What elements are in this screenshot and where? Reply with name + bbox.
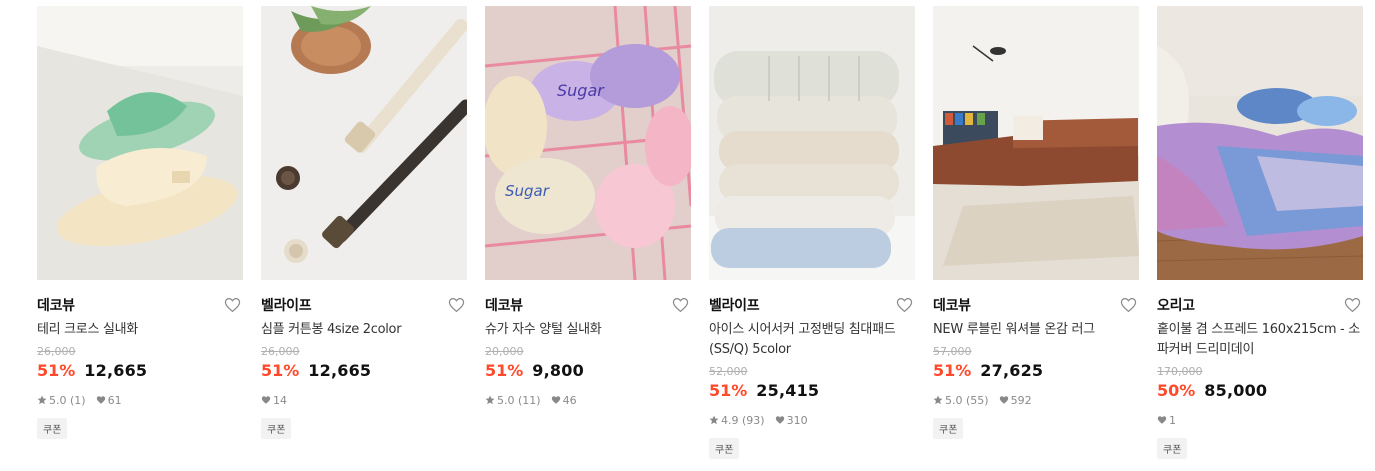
product-stats: 5.0 (55) 592	[933, 392, 1139, 408]
rug-living-room-photo	[933, 6, 1139, 280]
sale-price: 9,800	[532, 361, 584, 380]
coupon-badge: 쿠폰	[261, 418, 292, 439]
wishlist-button[interactable]	[1119, 296, 1137, 314]
original-price: 26,000	[37, 345, 76, 358]
like-count: 310	[786, 413, 808, 427]
product-name[interactable]: NEW 루블린 워셔블 온감 러그	[933, 320, 1139, 340]
wishlist-button[interactable]	[223, 296, 241, 314]
sale-price: 12,665	[308, 361, 372, 380]
sale-price: 25,415	[756, 381, 820, 400]
rating-value: 5.0	[49, 393, 67, 407]
product-name[interactable]: 슈가 자수 양털 실내화	[485, 320, 691, 340]
product-name[interactable]: 홑이불 겸 스프레드 160x215cm - 소파커버 드리미데이	[1157, 320, 1363, 360]
wishlist-button[interactable]	[1343, 296, 1361, 314]
brand-name[interactable]: 데코뷰	[485, 295, 523, 315]
heart-outline-icon	[896, 298, 912, 313]
heart-outline-icon	[448, 298, 464, 313]
brand-name[interactable]: 벨라이프	[261, 295, 312, 315]
brand-name[interactable]: 오리고	[1157, 295, 1195, 315]
product-card[interactable]: 벨라이프 심플 커튼봉 4size 2color 26,000 51% 12,6…	[261, 6, 467, 439]
heart-outline-icon	[1120, 298, 1136, 313]
wishlist-button[interactable]	[447, 296, 465, 314]
product-image[interactable]	[1157, 6, 1363, 280]
product-stats: 5.0 (11) 46	[485, 392, 691, 408]
embroidered-slippers-photo: Sugar Sugar	[485, 6, 691, 280]
original-price: 52,000	[709, 365, 748, 378]
heart-outline-icon	[1344, 298, 1360, 313]
review-count: (93)	[742, 413, 765, 427]
curtain-rod-photo	[261, 6, 467, 280]
product-card[interactable]: 벨라이프 아이스 시어서커 고정밴딩 침대패드 (SS/Q) 5color 52…	[709, 6, 915, 459]
product-name[interactable]: 테리 크로스 실내화	[37, 320, 243, 340]
product-card[interactable]: Sugar Sugar 데코뷰 슈가 자수 양털 실내화 20,000 51% …	[485, 6, 691, 408]
product-grid: 데코뷰 테리 크로스 실내화 26,000 51% 12,665 5.0 (1)…	[0, 0, 1375, 471]
discount-rate: 50%	[1157, 381, 1196, 400]
like-count: 46	[562, 393, 577, 407]
bed-pad-photo	[709, 6, 915, 280]
product-image[interactable]	[261, 6, 467, 280]
brand-name[interactable]: 벨라이프	[709, 295, 760, 315]
star-icon	[37, 395, 47, 405]
product-card[interactable]: 오리고 홑이불 겸 스프레드 160x215cm - 소파커버 드리미데이 17…	[1157, 6, 1363, 459]
wishlist-button[interactable]	[895, 296, 913, 314]
product-stats: 1	[1157, 412, 1363, 428]
review-count: (1)	[70, 393, 86, 407]
product-image[interactable]	[709, 6, 915, 280]
bedspread-photo	[1157, 6, 1363, 280]
product-stats: 14	[261, 392, 467, 408]
rating-value: 5.0	[497, 393, 515, 407]
coupon-badge: 쿠폰	[933, 418, 964, 439]
coupon-badge: 쿠폰	[37, 418, 68, 439]
star-icon	[933, 395, 943, 405]
heart-filled-icon	[551, 395, 561, 405]
heart-filled-icon	[999, 395, 1009, 405]
like-count: 1	[1169, 413, 1176, 427]
like-count: 61	[107, 393, 122, 407]
heart-filled-icon	[96, 395, 106, 405]
sale-price: 27,625	[980, 361, 1044, 380]
like-count: 592	[1010, 393, 1032, 407]
discount-rate: 51%	[933, 361, 972, 380]
discount-rate: 51%	[37, 361, 76, 380]
star-icon	[485, 395, 495, 405]
rating-value: 4.9	[721, 413, 739, 427]
heart-filled-icon	[261, 395, 271, 405]
product-image[interactable]	[933, 6, 1139, 280]
heart-filled-icon	[775, 415, 785, 425]
discount-rate: 51%	[261, 361, 300, 380]
original-price: 170,000	[1157, 365, 1203, 378]
like-count: 14	[273, 393, 287, 407]
heart-outline-icon	[672, 298, 688, 313]
product-name[interactable]: 심플 커튼봉 4size 2color	[261, 320, 467, 340]
wishlist-button[interactable]	[671, 296, 689, 314]
coupon-badge: 쿠폰	[709, 438, 740, 459]
coupon-badge: 쿠폰	[1157, 438, 1188, 459]
original-price: 57,000	[933, 345, 972, 358]
svg-text:Sugar: Sugar	[557, 81, 605, 100]
svg-text:Sugar: Sugar	[505, 182, 550, 200]
original-price: 20,000	[485, 345, 524, 358]
review-count: (11)	[518, 393, 541, 407]
product-name[interactable]: 아이스 시어서커 고정밴딩 침대패드 (SS/Q) 5color	[709, 320, 915, 360]
discount-rate: 51%	[709, 381, 748, 400]
product-stats: 4.9 (93) 310	[709, 412, 915, 428]
product-card[interactable]: 데코뷰 테리 크로스 실내화 26,000 51% 12,665 5.0 (1)…	[37, 6, 243, 439]
discount-rate: 51%	[485, 361, 524, 380]
original-price: 26,000	[261, 345, 300, 358]
sale-price: 12,665	[84, 361, 148, 380]
product-card[interactable]: 데코뷰 NEW 루블린 워셔블 온감 러그 57,000 51% 27,625 …	[933, 6, 1139, 439]
product-stats: 5.0 (1) 61	[37, 392, 243, 408]
review-count: (55)	[966, 393, 989, 407]
slippers-photo	[37, 6, 243, 280]
product-image[interactable]: Sugar Sugar	[485, 6, 691, 280]
heart-filled-icon	[1157, 415, 1167, 425]
brand-name[interactable]: 데코뷰	[933, 295, 971, 315]
rating-value: 5.0	[945, 393, 963, 407]
sale-price: 85,000	[1204, 381, 1268, 400]
brand-name[interactable]: 데코뷰	[37, 295, 75, 315]
product-image[interactable]	[37, 6, 243, 280]
heart-outline-icon	[224, 298, 240, 313]
star-icon	[709, 415, 719, 425]
